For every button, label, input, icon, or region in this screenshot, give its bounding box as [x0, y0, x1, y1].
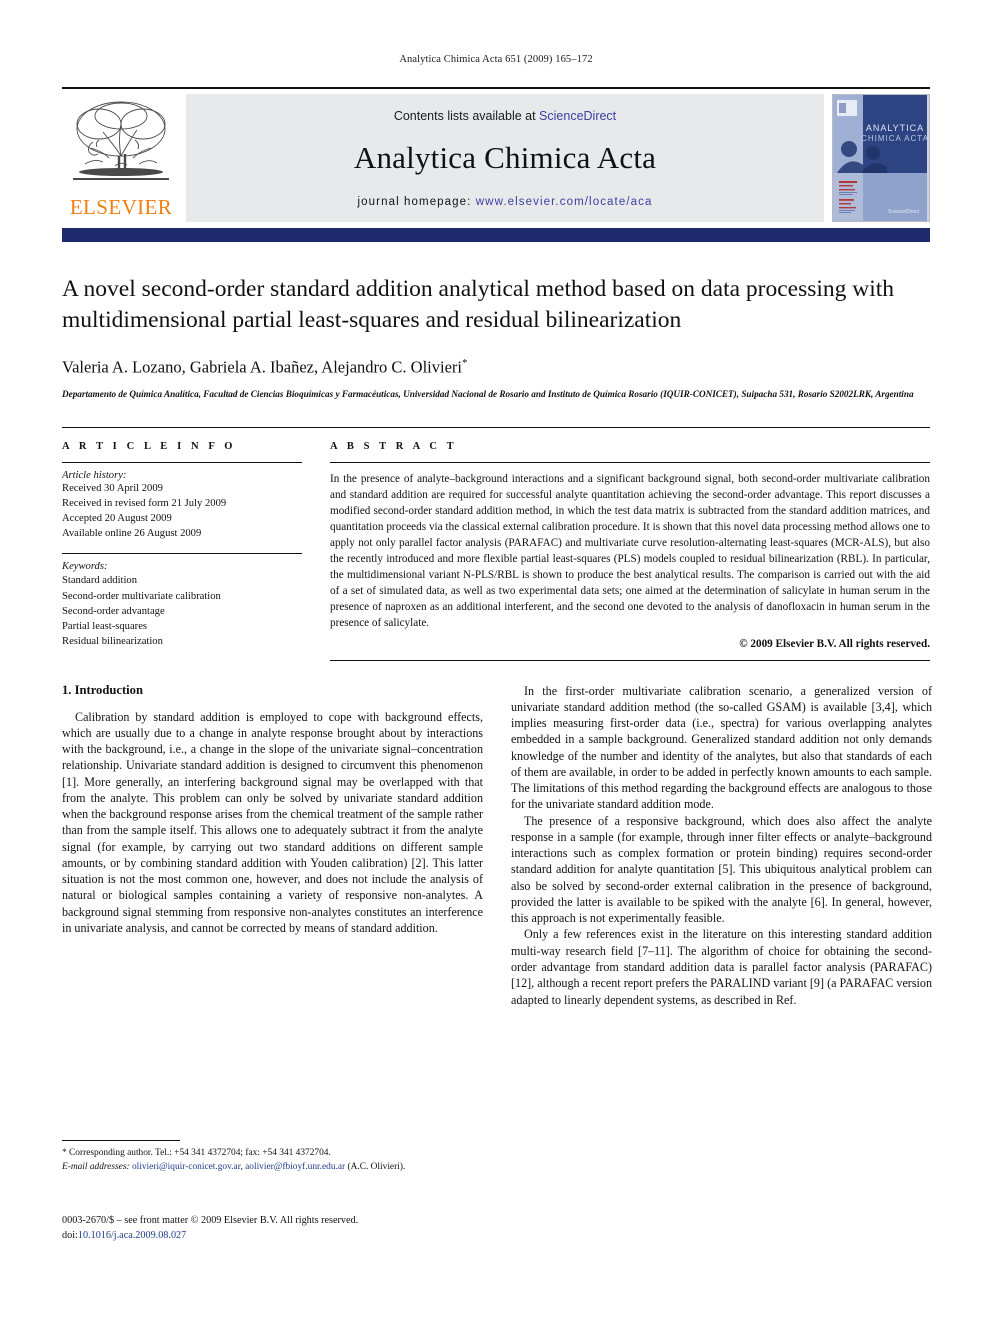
body-column-right: In the first-order multivariate calibrat…: [511, 683, 932, 1008]
paragraph: Calibration by standard addition is empl…: [62, 709, 483, 935]
email-note: E-mail addresses: olivieri@iquir-conicet…: [62, 1161, 483, 1175]
email-link-primary[interactable]: olivieri@iquir-conicet.gov.ar: [132, 1162, 240, 1172]
footnote-rule: [62, 1140, 180, 1141]
corresponding-author-note: * Corresponding author. Tel.: +54 341 43…: [62, 1148, 331, 1158]
article-history-label: Article history:: [62, 470, 127, 482]
author-list: Valeria A. Lozano, Gabriela A. Ibañez, A…: [62, 357, 930, 378]
keyword-item: Second-order advantage: [62, 605, 165, 617]
paragraph: The presence of a responsive background,…: [511, 813, 932, 926]
paragraph: Only a few references exist in the liter…: [511, 927, 932, 1007]
journal-header-panel: Contents lists available at ScienceDirec…: [186, 94, 824, 222]
title-block: A novel second-order standard addition a…: [62, 274, 930, 401]
info-abstract-section: A R T I C L E I N F O Article history: R…: [62, 427, 930, 661]
paragraph: In the first-order multivariate calibrat…: [511, 683, 932, 812]
homepage-url-link[interactable]: www.elsevier.com/locate/aca: [476, 196, 653, 208]
elsevier-wordmark: ELSEVIER: [69, 195, 173, 219]
abstract-heading: A B S T R A C T: [330, 441, 458, 453]
doi-link[interactable]: 10.1016/j.aca.2009.08.027: [78, 1230, 186, 1241]
author-names: Valeria A. Lozano, Gabriela A. Ibañez, A…: [62, 357, 462, 376]
email-link-secondary[interactable]: aolivier@fbioyf.unr.edu.ar: [245, 1162, 345, 1172]
keyword-item: Standard addition: [62, 575, 138, 587]
svg-text:ScienceDirect: ScienceDirect: [888, 209, 919, 215]
history-item: Accepted 20 August 2009: [62, 513, 172, 525]
journal-cover-thumbnail: ANALYTICA CHIMICA ACTA ScienceDirect: [832, 94, 930, 222]
article-page: Analytica Chimica Acta 651 (2009) 165–17…: [0, 0, 992, 1323]
keyword-item: Second-order multivariate calibration: [62, 590, 221, 602]
email-label: E-mail addresses:: [62, 1161, 130, 1172]
keywords-label: Keywords:: [62, 561, 108, 573]
article-info-rule: [62, 462, 302, 464]
abstract-copyright: © 2009 Elsevier B.V. All rights reserved…: [739, 637, 930, 650]
history-item: Received in revised form 21 July 2009: [62, 498, 227, 510]
keywords-list: Standard addition Second-order multivari…: [62, 573, 302, 648]
email-suffix: (A.C. Olivieri).: [345, 1161, 406, 1172]
abstract-column: A B S T R A C T In the presence of analy…: [330, 441, 930, 661]
issn-line: 0003-2670/$ – see front matter © 2009 El…: [62, 1215, 359, 1226]
affiliation: Departamento de Química Analítica, Facul…: [62, 389, 914, 399]
article-info-heading: A R T I C L E I N F O: [62, 441, 237, 453]
body-column-left: 1. Introduction Calibration by standard …: [62, 683, 483, 1008]
corresponding-author-marker: *: [462, 356, 468, 369]
abstract-bottom-rule: [330, 659, 930, 661]
svg-text:ANALYTICA: ANALYTICA: [866, 123, 924, 133]
contents-prefix-text: Contents lists available at: [393, 108, 540, 123]
homepage-label: journal homepage:: [357, 195, 472, 208]
elsevier-logo: ELSEVIER: [62, 94, 180, 222]
keyword-item: Residual bilinearization: [62, 635, 163, 647]
keywords-rule: [62, 553, 302, 555]
issn-copyright-block: 0003-2670/$ – see front matter © 2009 El…: [62, 1213, 562, 1244]
elsevier-tree-icon: [69, 96, 173, 196]
abstract-text: In the presence of analyte–background in…: [330, 473, 930, 630]
body-columns: 1. Introduction Calibration by standard …: [62, 683, 932, 1008]
history-item: Available online 26 August 2009: [62, 528, 202, 540]
running-head: Analytica Chimica Acta 651 (2009) 165–17…: [399, 54, 593, 65]
page-title: A novel second-order standard addition a…: [62, 276, 895, 334]
journal-homepage-line: journal homepage: www.elsevier.com/locat…: [358, 196, 653, 208]
svg-text:CHIMICA ACTA: CHIMICA ACTA: [861, 134, 927, 143]
history-item: Received 30 April 2009: [62, 483, 163, 495]
article-info-column: A R T I C L E I N F O Article history: R…: [62, 441, 302, 660]
keyword-item: Partial least-squares: [62, 620, 148, 632]
doi-label: doi:: [62, 1230, 78, 1242]
section-heading-introduction: 1. Introduction: [62, 682, 143, 697]
journal-title: Analytica Chimica Acta: [353, 139, 657, 175]
abstract-rule: [330, 462, 930, 464]
contents-available-line: Contents lists available at ScienceDirec…: [394, 109, 616, 123]
footnote-area: * Corresponding author. Tel.: +54 341 43…: [62, 1140, 483, 1174]
journal-masthead: ELSEVIER Contents lists available at Sci…: [62, 87, 930, 222]
masthead-blue-band: [62, 228, 930, 242]
doi-line: doi:10.1016/j.aca.2009.08.027: [62, 1228, 562, 1243]
sciencedirect-link[interactable]: ScienceDirect: [539, 109, 616, 123]
